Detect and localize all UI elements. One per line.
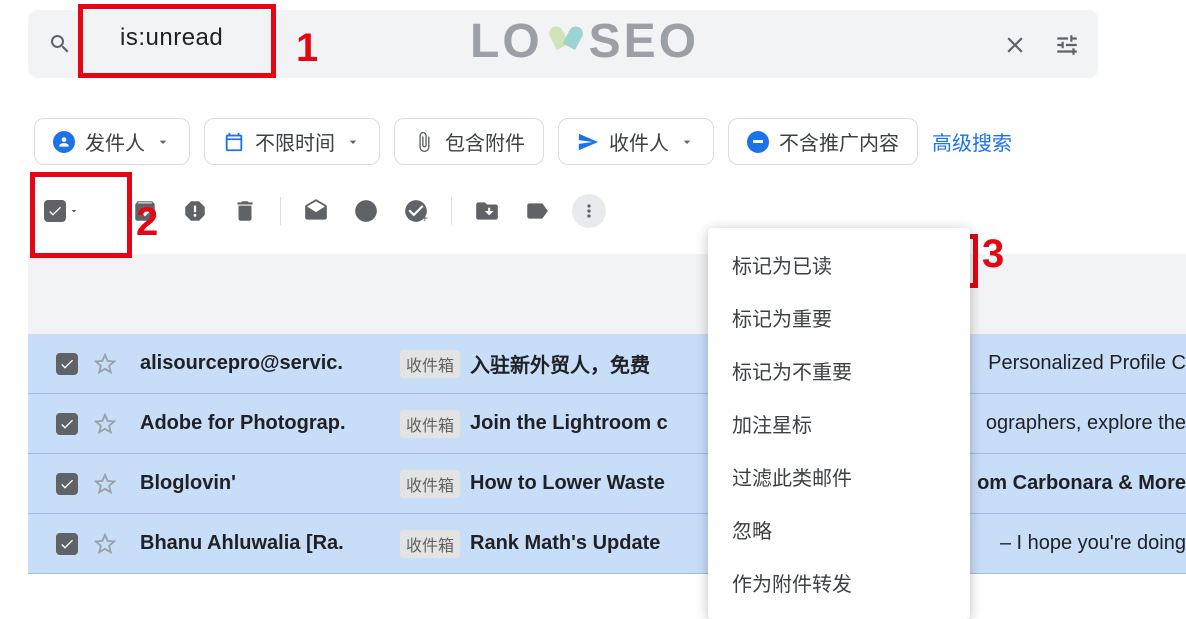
star-icon[interactable] xyxy=(94,473,116,495)
chevron-down-icon xyxy=(155,134,171,150)
toolbar-divider xyxy=(280,197,281,225)
attachment-icon xyxy=(413,131,435,153)
toolbar-divider xyxy=(451,197,452,225)
subject: How to Lower Waste xyxy=(470,472,665,495)
row-checkbox[interactable] xyxy=(56,533,78,555)
inbox-tag: 收件箱 xyxy=(400,530,460,558)
subject: 入驻新外贸人，免费 xyxy=(470,349,650,378)
logo-heart-icon xyxy=(545,18,587,66)
mail-list: alisourcepro@servic. 收件箱 入驻新外贸人，免费 Perso… xyxy=(28,334,1186,574)
sender-name: Bloglovin' xyxy=(140,472,390,495)
menu-forward-as-attachment[interactable]: 作为附件转发 xyxy=(708,556,970,609)
clear-icon[interactable] xyxy=(1002,32,1028,58)
menu-mark-not-important[interactable]: 标记为不重要 xyxy=(708,344,970,397)
svg-text:+: + xyxy=(421,211,428,224)
mail-row[interactable]: Bhanu Ahluwalia [Ra. 收件箱 Rank Math's Upd… xyxy=(28,514,1186,574)
calendar-icon xyxy=(223,131,245,153)
annotation-number-2: 2 xyxy=(136,200,158,245)
category-spacer xyxy=(28,254,1186,334)
report-spam-button[interactable] xyxy=(170,186,220,236)
search-icon[interactable] xyxy=(48,32,72,56)
annotation-box-1 xyxy=(78,4,276,78)
chip-sender[interactable]: 发件人 xyxy=(34,118,190,165)
annotation-box-2 xyxy=(30,172,132,258)
more-vert-icon xyxy=(572,194,606,228)
inbox-tag: 收件箱 xyxy=(400,470,460,498)
more-actions-button[interactable] xyxy=(562,186,612,236)
inbox-tag: 收件箱 xyxy=(400,410,460,438)
add-to-tasks-button[interactable]: + xyxy=(391,186,441,236)
snippet-tail: Personalized Profile C xyxy=(988,352,1186,375)
mail-row[interactable]: Bloglovin' 收件箱 How to Lower Waste om Car… xyxy=(28,454,1186,514)
subject: Rank Math's Update xyxy=(470,532,660,555)
menu-mark-as-read[interactable]: 标记为已读 xyxy=(708,238,970,291)
chip-no-promo[interactable]: 不含推广内容 xyxy=(728,118,918,165)
annotation-number-1: 1 xyxy=(296,26,318,71)
star-icon[interactable] xyxy=(94,353,116,375)
advanced-search-link[interactable]: 高级搜索 xyxy=(932,127,1012,156)
sender-name: Bhanu Ahluwalia [Ra. xyxy=(140,532,390,555)
mark-read-button[interactable] xyxy=(291,186,341,236)
send-icon xyxy=(577,131,599,153)
annotation-number-3: 3 xyxy=(982,232,1004,277)
sender-name: Adobe for Photograp. xyxy=(140,412,390,435)
snippet-tail: – I hope you're doing xyxy=(1000,532,1186,555)
star-icon[interactable] xyxy=(94,413,116,435)
chip-sender-label: 发件人 xyxy=(85,127,145,156)
chip-recipient-label: 收件人 xyxy=(609,127,669,156)
snippet-tail: ographers, explore the xyxy=(986,412,1186,435)
search-options-icon[interactable] xyxy=(1054,32,1080,58)
chip-time[interactable]: 不限时间 xyxy=(204,118,380,165)
row-checkbox[interactable] xyxy=(56,413,78,435)
chevron-down-icon xyxy=(679,134,695,150)
star-icon[interactable] xyxy=(94,533,116,555)
filter-chips-row: 发件人 不限时间 包含附件 收件人 不含推广内容 高级搜索 xyxy=(34,118,1012,165)
menu-mark-important[interactable]: 标记为重要 xyxy=(708,291,970,344)
chip-time-label: 不限时间 xyxy=(255,127,335,156)
more-actions-menu: 标记为已读 标记为重要 标记为不重要 加注星标 过滤此类邮件 忽略 作为附件转发 xyxy=(708,228,970,619)
menu-add-star[interactable]: 加注星标 xyxy=(708,397,970,450)
menu-mute[interactable]: 忽略 xyxy=(708,503,970,556)
mail-row[interactable]: Adobe for Photograp. 收件箱 Join the Lightr… xyxy=(28,394,1186,454)
row-checkbox[interactable] xyxy=(56,353,78,375)
snippet-tail: om Carbonara & More xyxy=(977,472,1186,495)
menu-filter-like-these[interactable]: 过滤此类邮件 xyxy=(708,450,970,503)
inbox-tag: 收件箱 xyxy=(400,350,460,378)
mail-row[interactable]: alisourcepro@servic. 收件箱 入驻新外贸人，免费 Perso… xyxy=(28,334,1186,394)
minus-icon xyxy=(747,131,769,153)
labels-button[interactable] xyxy=(512,186,562,236)
sender-name: alisourcepro@servic. xyxy=(140,352,390,375)
snooze-button[interactable] xyxy=(341,186,391,236)
logo-text-right: SEO xyxy=(589,14,699,69)
person-icon xyxy=(53,131,75,153)
delete-button[interactable] xyxy=(220,186,270,236)
row-checkbox[interactable] xyxy=(56,473,78,495)
logo-watermark: LO SEO xyxy=(470,14,699,69)
logo-text-left: LO xyxy=(470,14,543,69)
chip-no-promo-label: 不含推广内容 xyxy=(779,127,899,156)
chip-attachment[interactable]: 包含附件 xyxy=(394,118,544,165)
move-to-button[interactable] xyxy=(462,186,512,236)
chip-attachment-label: 包含附件 xyxy=(445,127,525,156)
chevron-down-icon xyxy=(345,134,361,150)
subject: Join the Lightroom c xyxy=(470,412,668,435)
chip-recipient[interactable]: 收件人 xyxy=(558,118,714,165)
